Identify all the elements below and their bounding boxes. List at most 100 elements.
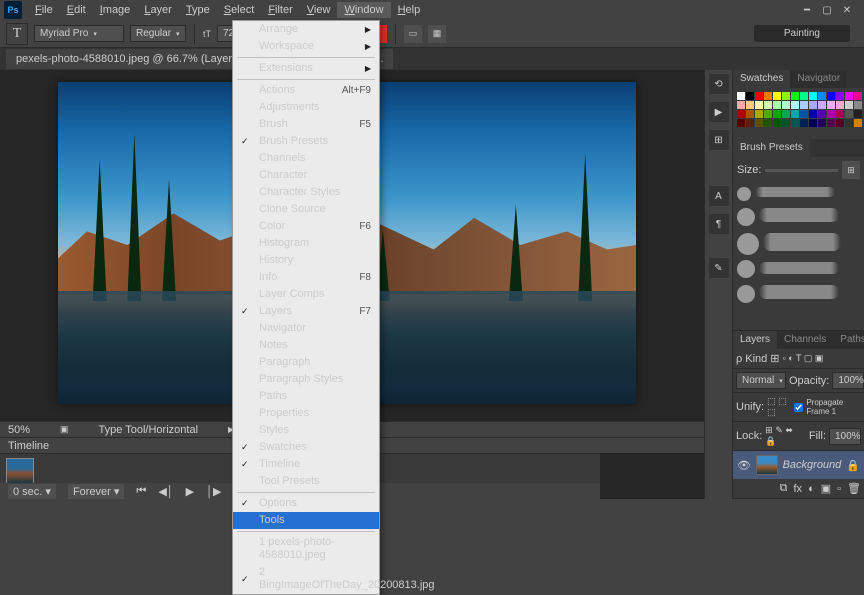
menu-item-histogram[interactable]: Histogram [233, 235, 379, 252]
paths-tab[interactable]: Paths [833, 331, 864, 349]
menu-layer[interactable]: Layer [137, 2, 179, 18]
swatch[interactable] [746, 110, 754, 118]
swatch[interactable] [764, 119, 772, 127]
swatch[interactable] [737, 119, 745, 127]
swatch[interactable] [827, 110, 835, 118]
minimize-button[interactable]: ━ [802, 5, 812, 15]
swatch[interactable] [773, 92, 781, 100]
menu-item-1-pexels-photo-4588010-jpeg[interactable]: 1 pexels-photo-4588010.jpeg [233, 534, 379, 564]
opacity-input[interactable]: 100% [832, 372, 864, 389]
menu-item-notes[interactable]: Notes [233, 337, 379, 354]
swatch[interactable] [809, 119, 817, 127]
menu-edit[interactable]: Edit [60, 2, 93, 18]
swatch[interactable] [845, 101, 853, 109]
swatch[interactable] [845, 92, 853, 100]
brush-presets-tab[interactable]: Brush Presets [733, 139, 810, 157]
swatch[interactable] [791, 92, 799, 100]
swatch[interactable] [755, 92, 763, 100]
swatch[interactable] [764, 110, 772, 118]
type-tool-icon[interactable]: T [6, 23, 28, 45]
swatch[interactable] [755, 110, 763, 118]
menu-item-layer-comps[interactable]: Layer Comps [233, 286, 379, 303]
brush-icon[interactable]: ✎ [709, 258, 729, 278]
menu-item-extensions[interactable]: Extensions▶ [233, 60, 379, 77]
menu-item-paragraph[interactable]: Paragraph [233, 354, 379, 371]
swatch[interactable] [809, 110, 817, 118]
brush-preset[interactable] [737, 204, 860, 229]
swatch[interactable] [782, 110, 790, 118]
swatch[interactable] [854, 101, 862, 109]
layers-tab[interactable]: Layers [733, 331, 777, 349]
menu-item-adjustments[interactable]: Adjustments [233, 99, 379, 116]
swatch[interactable] [773, 101, 781, 109]
swatch[interactable] [782, 92, 790, 100]
menu-item-character[interactable]: Character [233, 167, 379, 184]
swatch[interactable] [764, 101, 772, 109]
character-icon[interactable]: A [709, 186, 729, 206]
menu-item-paragraph-styles[interactable]: Paragraph Styles [233, 371, 379, 388]
menu-item-workspace[interactable]: Workspace▶ [233, 38, 379, 55]
properties-icon[interactable]: ⊞ [709, 130, 729, 150]
menu-item-2-bingimageoftheday-20200813-jpg[interactable]: ✓2 BingImageOfTheDay_20200813.jpg [233, 564, 379, 594]
rewind-button[interactable]: ⏮ [136, 485, 146, 498]
zoom-level[interactable]: 50% [8, 424, 30, 436]
swatch[interactable] [818, 110, 826, 118]
window-menu-dropdown[interactable]: Arrange▶Workspace▶Extensions▶ActionsAlt+… [232, 20, 380, 595]
swatch[interactable] [800, 119, 808, 127]
maximize-button[interactable]: ▢ [822, 5, 832, 15]
swatch[interactable] [782, 119, 790, 127]
swatch[interactable] [800, 101, 808, 109]
swatch[interactable] [818, 92, 826, 100]
swatch[interactable] [746, 119, 754, 127]
swatch[interactable] [791, 110, 799, 118]
swatch[interactable] [746, 92, 754, 100]
menu-item-properties[interactable]: Properties [233, 405, 379, 422]
swatch[interactable] [746, 101, 754, 109]
menu-item-history[interactable]: History [233, 252, 379, 269]
swatch[interactable] [800, 92, 808, 100]
history-icon[interactable]: ⟲ [709, 74, 729, 94]
layer-style-button[interactable]: fx [794, 483, 803, 495]
swatch[interactable] [818, 119, 826, 127]
menu-filter[interactable]: Filter [261, 2, 299, 18]
loop-dropdown[interactable]: Forever ▾ [68, 484, 124, 499]
close-button[interactable]: ✕ [842, 5, 852, 15]
play-button[interactable]: ▶ [186, 485, 194, 498]
swatch[interactable] [737, 92, 745, 100]
visibility-icon[interactable]: 👁 [737, 459, 751, 472]
brush-presets-panel[interactable]: Size:⊞ [733, 157, 864, 330]
swatch[interactable] [854, 110, 862, 118]
swatch[interactable] [827, 119, 835, 127]
link-layers-button[interactable]: ⧉ [780, 482, 788, 495]
warp-text-button[interactable]: ▭ [404, 25, 422, 43]
actions-icon[interactable]: ▶ [709, 102, 729, 122]
layer-row[interactable]: 👁 Background 🔒 [733, 451, 864, 479]
new-group-button[interactable]: ▣ [821, 482, 831, 495]
swatch[interactable] [737, 110, 745, 118]
menu-item-layers[interactable]: ✓LayersF7 [233, 303, 379, 320]
swatch[interactable] [854, 92, 862, 100]
swatch[interactable] [845, 119, 853, 127]
menu-item-tool-presets[interactable]: Tool Presets [233, 473, 379, 490]
menu-item-navigator[interactable]: Navigator [233, 320, 379, 337]
menu-item-timeline[interactable]: ✓Timeline [233, 456, 379, 473]
layer-mask-button[interactable]: ◐ [808, 483, 815, 495]
menu-type[interactable]: Type [179, 2, 217, 18]
swatch[interactable] [791, 119, 799, 127]
font-family-dropdown[interactable]: Myriad Pro [34, 25, 124, 42]
channels-tab[interactable]: Channels [777, 331, 833, 349]
delete-layer-button[interactable]: 🗑 [847, 482, 861, 495]
menu-item-brush[interactable]: BrushF5 [233, 116, 379, 133]
frame-duration[interactable]: 0 sec. ▾ [8, 484, 56, 499]
menu-item-paths[interactable]: Paths [233, 388, 379, 405]
swatch[interactable] [818, 101, 826, 109]
menu-item-info[interactable]: InfoF8 [233, 269, 379, 286]
menu-item-arrange[interactable]: Arrange▶ [233, 21, 379, 38]
panels-toggle-button[interactable]: ▦ [428, 25, 446, 43]
workspace-switcher[interactable]: Painting [754, 25, 850, 42]
layer-thumbnail[interactable] [756, 455, 778, 475]
swatch[interactable] [755, 119, 763, 127]
menu-help[interactable]: Help [391, 2, 428, 18]
next-frame-button[interactable]: │▶ [206, 485, 221, 498]
menu-item-styles[interactable]: Styles [233, 422, 379, 439]
